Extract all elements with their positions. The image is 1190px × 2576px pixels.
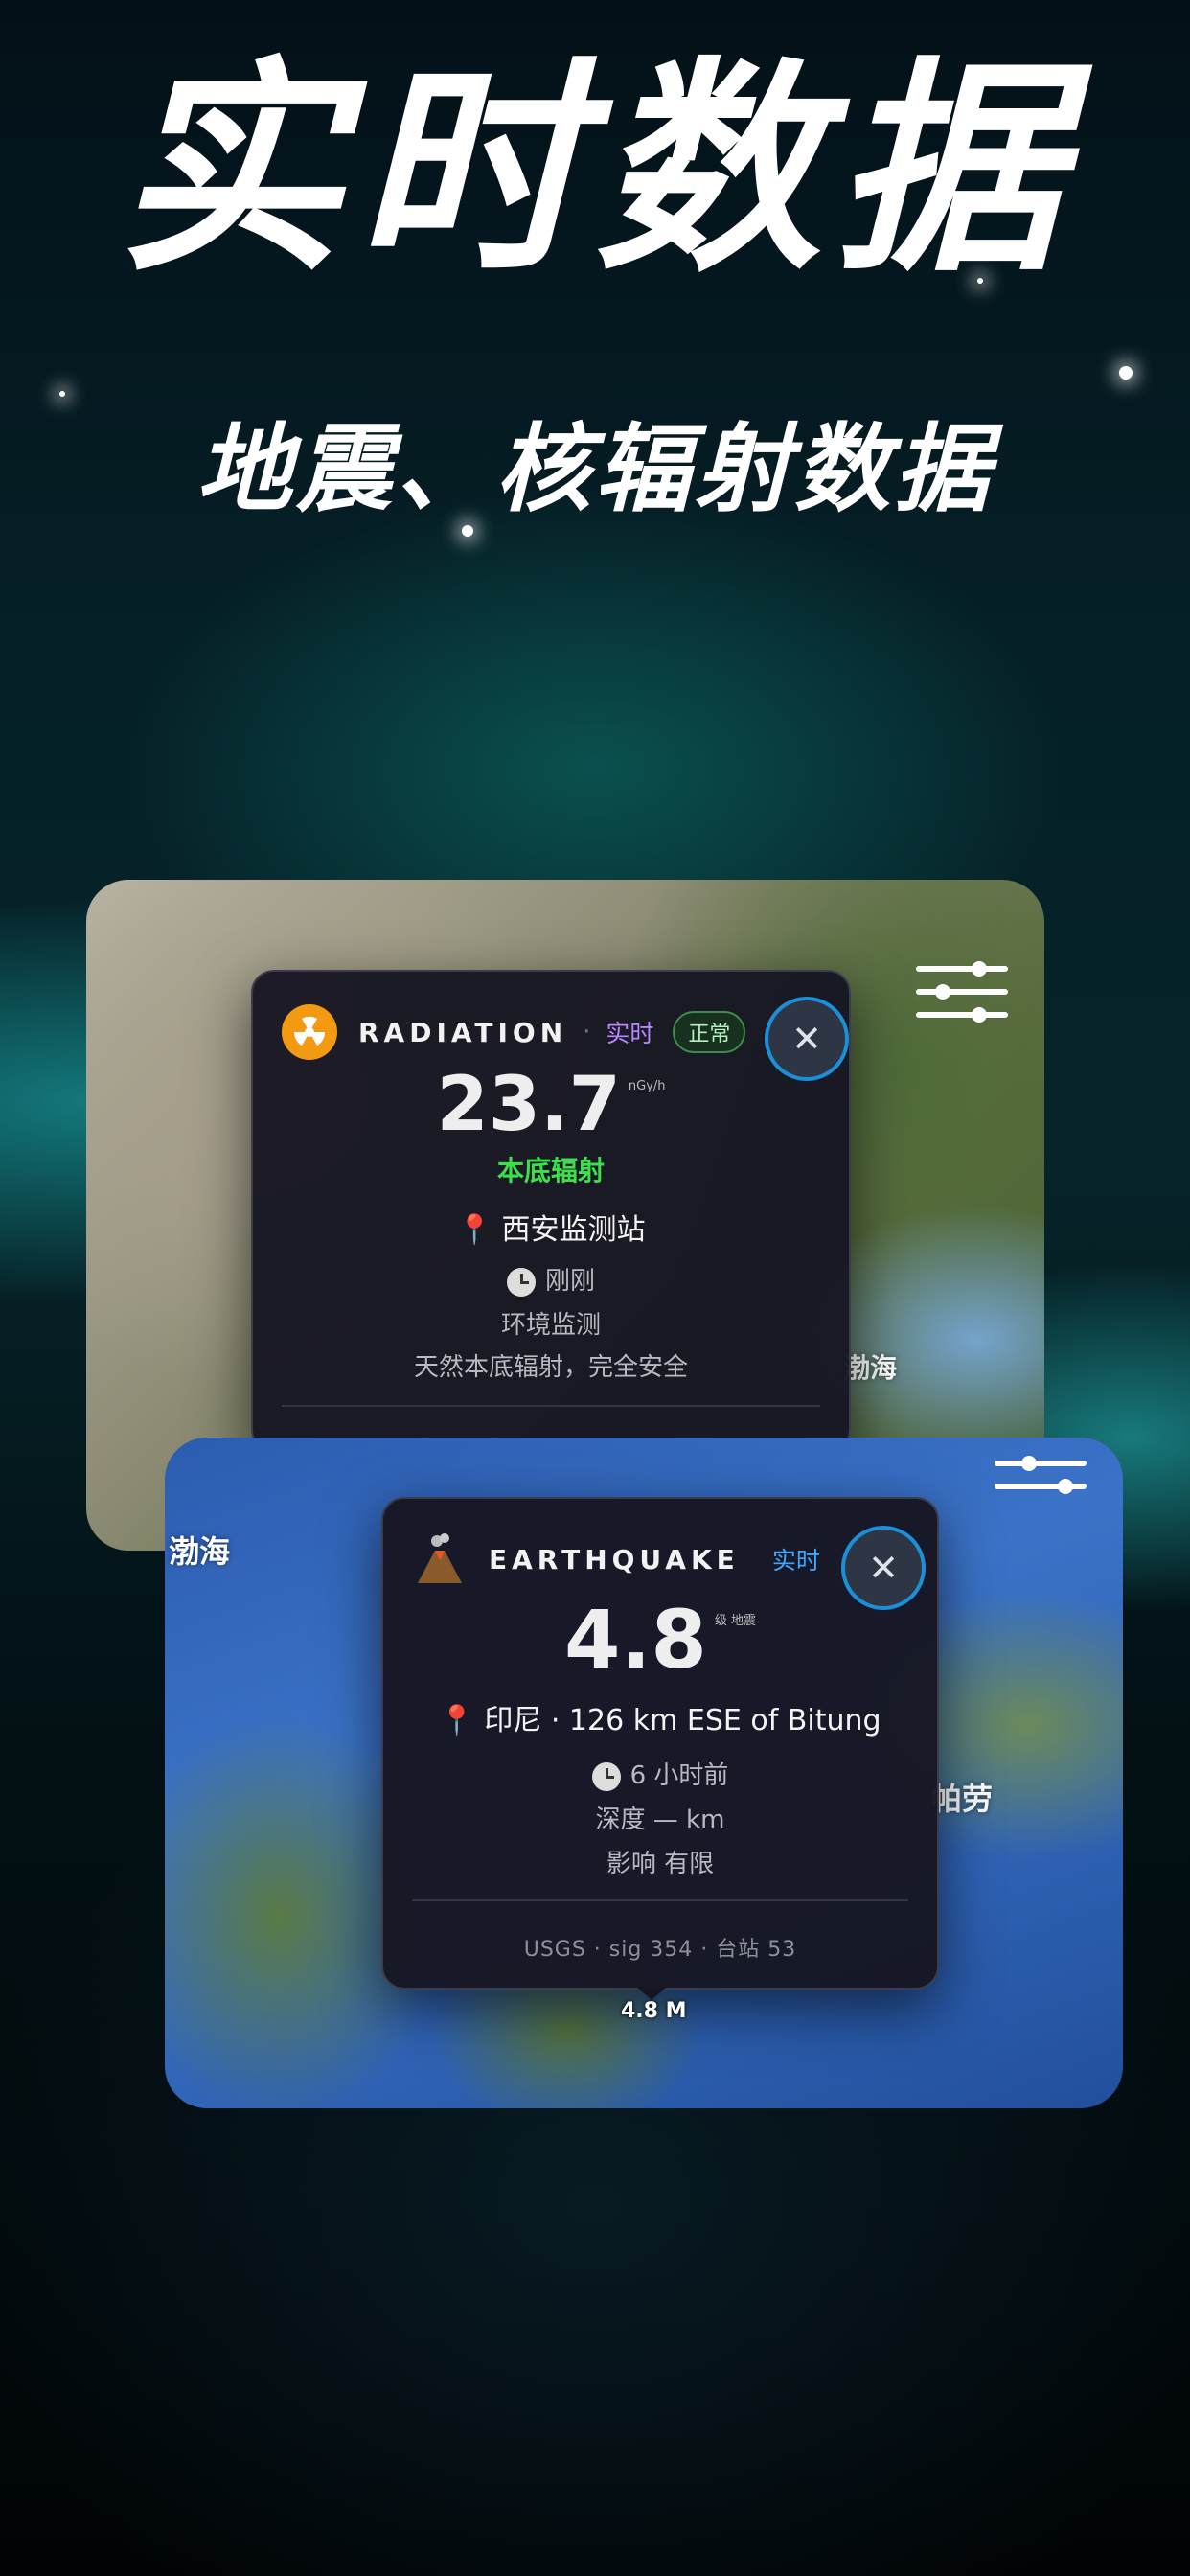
live-label: 实时 (771, 1547, 820, 1575)
time-row: 6 小时前 (383, 1756, 937, 1791)
pin-icon: 📍 (456, 1213, 492, 1247)
magnitude-row: 4.8 级 地震 (383, 1593, 937, 1687)
pin-icon: 📍 (439, 1704, 475, 1737)
volcano-icon (412, 1531, 468, 1587)
impact-text: 影响 有限 (606, 1850, 715, 1878)
radiation-unit: nGy/h (628, 1079, 666, 1093)
radiation-level: 本底辐射 (496, 1155, 605, 1186)
magnitude-value: 4.8 (564, 1593, 707, 1687)
earthquake-card-header: EARTHQUAKE 实时 (412, 1526, 908, 1593)
divider (412, 1899, 908, 1901)
live-label: 实时 (606, 1020, 654, 1047)
radiation-value: 23.7 (436, 1062, 621, 1148)
map-label-sea: 渤海 (843, 1352, 898, 1384)
close-icon: ✕ (791, 1018, 822, 1060)
time-text: 6 小时前 (629, 1761, 729, 1790)
map-label-palau: 帕劳 (931, 1781, 994, 1817)
map-filter-icon[interactable] (916, 958, 1008, 1025)
radiation-card: RADIATION · 实时 正常 ✕ 23.7 nGy/h 本底辐射 📍 西安监… (251, 970, 851, 1453)
station-row: 📍 西安监测站 (253, 1206, 849, 1248)
radiation-value-row: 23.7 nGy/h (253, 1062, 849, 1148)
clock-icon (591, 1761, 621, 1791)
status-badge: 正常 (673, 1011, 746, 1053)
separator-dot: · (583, 1018, 591, 1046)
map-label-sea: 渤海 (169, 1533, 231, 1570)
description-text: 天然本底辐射，完全安全 (413, 1353, 688, 1382)
depth-text: 深度 — km (595, 1806, 725, 1834)
hero-subtitle: 地震、核辐射数据 (196, 413, 994, 525)
location-text: 印尼 · 126 km ESE of Bitung (484, 1704, 881, 1737)
divider (282, 1405, 820, 1407)
earthquake-card: EARTHQUAKE 实时 ✕ 4.8 级 地震 📍 印尼 · 126 km ES… (381, 1497, 939, 1990)
star (462, 525, 473, 537)
close-icon: ✕ (868, 1547, 899, 1589)
marker-pointer (636, 1987, 667, 2000)
location-row: 📍 印尼 · 126 km ESE of Bitung (383, 1696, 937, 1738)
category-text: 环境监测 (500, 1311, 601, 1340)
card-kind: EARTHQUAKE (489, 1543, 740, 1576)
clock-icon (506, 1267, 536, 1297)
time-text: 刚刚 (544, 1267, 595, 1296)
radiation-card-header: RADIATION · 实时 正常 (282, 999, 820, 1066)
hero-title: 实时数据 (115, 38, 1074, 302)
radiation-icon (282, 1004, 337, 1060)
earthquake-marker[interactable]: 4.8 M (621, 1999, 687, 2023)
star (1119, 366, 1133, 380)
card-kind: RADIATION (358, 1016, 568, 1048)
star (59, 391, 65, 397)
time-row: 刚刚 (253, 1261, 849, 1297)
map-filter-icon[interactable] (995, 1453, 1087, 1520)
source-footer: USGS · sig 354 · 台站 53 (523, 1938, 797, 1962)
magnitude-unit: 级 地震 (714, 1614, 756, 1628)
station-name: 西安监测站 (501, 1213, 646, 1247)
